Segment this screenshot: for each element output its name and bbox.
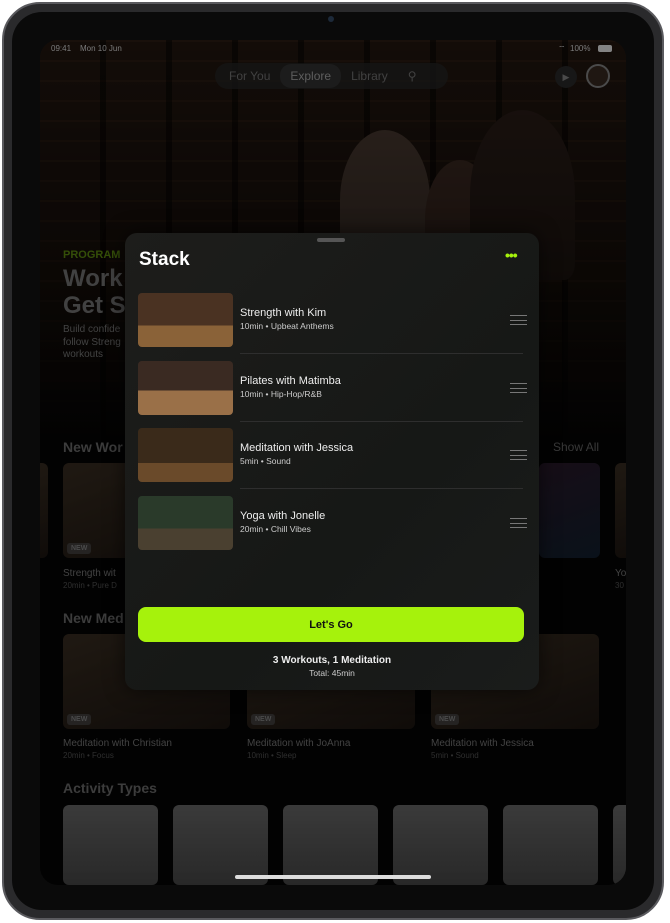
divider [240, 421, 523, 422]
reorder-handle-icon[interactable] [510, 450, 527, 460]
stack-item[interactable]: Meditation with Jessica 5min • Sound [138, 428, 527, 489]
sheet-title: Stack [139, 249, 190, 270]
item-title: Yoga with Jonelle [240, 510, 326, 522]
screen: 09:41 Mon 10 Jun ⌔ 100% For You Explore … [40, 40, 626, 885]
reorder-handle-icon[interactable] [510, 315, 527, 325]
item-subtitle: 20min • Chill Vibes [240, 524, 311, 534]
item-title: Pilates with Matimba [240, 375, 341, 387]
stack-item[interactable]: Pilates with Matimba 10min • Hip-Hop/R&B [138, 361, 527, 422]
divider [240, 488, 523, 489]
thumbnail [138, 428, 233, 482]
camera [328, 16, 334, 22]
thumbnail [138, 361, 233, 415]
stack-item[interactable]: Strength with Kim 10min • Upbeat Anthems [138, 293, 527, 354]
stack-summary: 3 Workouts, 1 Meditation [272, 655, 392, 666]
reorder-handle-icon[interactable] [510, 383, 527, 393]
item-subtitle: 10min • Upbeat Anthems [240, 321, 334, 331]
item-subtitle: 10min • Hip-Hop/R&B [240, 389, 322, 399]
divider [240, 353, 523, 354]
sheet-grabber[interactable] [317, 238, 345, 242]
stack-total: Total: 45min [309, 668, 355, 678]
thumbnail [138, 293, 233, 347]
item-title: Meditation with Jessica [240, 442, 354, 454]
more-icon[interactable]: ••• [505, 247, 518, 263]
stack-item[interactable]: Yoga with Jonelle 20min • Chill Vibes [138, 496, 527, 550]
thumbnail [138, 496, 233, 550]
home-indicator[interactable] [235, 875, 431, 879]
lets-go-button[interactable]: Let's Go [138, 607, 524, 642]
item-subtitle: 5min • Sound [240, 456, 291, 466]
stack-sheet: Stack ••• Strength with Kim 10min • Upbe… [125, 233, 539, 690]
item-title: Strength with Kim [240, 307, 327, 319]
reorder-handle-icon[interactable] [510, 518, 527, 528]
